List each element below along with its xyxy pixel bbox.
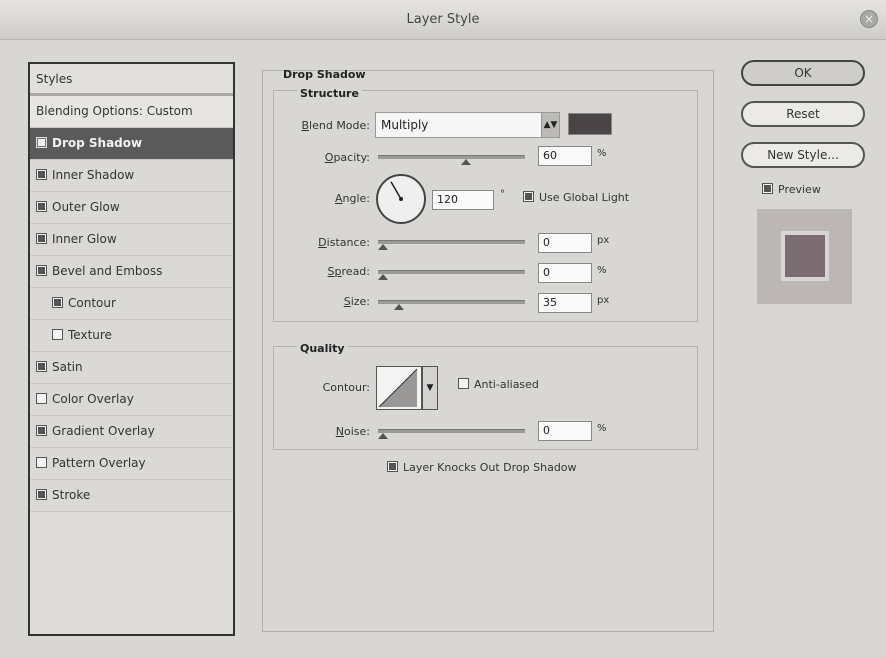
drop-shadow-title: Drop Shadow xyxy=(283,68,366,81)
checkbox-icon xyxy=(458,378,469,389)
style-list-item-label: Pattern Overlay xyxy=(52,456,146,470)
noise-slider[interactable] xyxy=(378,429,525,439)
style-list-item[interactable]: Pattern Overlay xyxy=(30,448,233,480)
style-list-item-label: Satin xyxy=(52,360,83,374)
angle-dial[interactable] xyxy=(376,174,426,224)
checkbox-icon[interactable] xyxy=(52,329,63,340)
style-list-item[interactable]: Inner Shadow xyxy=(30,160,233,192)
reset-button[interactable]: Reset xyxy=(741,101,865,127)
style-list-item-label: Outer Glow xyxy=(52,200,120,214)
blend-mode-value: Multiply xyxy=(381,118,429,132)
noise-unit: % xyxy=(597,423,607,434)
style-list-item-label: Bevel and Emboss xyxy=(52,264,163,278)
distance-slider-thumb[interactable] xyxy=(378,244,388,250)
blend-mode-label: Blend Mode: xyxy=(301,119,371,132)
checkbox-icon xyxy=(387,461,398,472)
style-list-item-label: Contour xyxy=(68,296,116,310)
style-list-item[interactable]: Bevel and Emboss xyxy=(30,256,233,288)
dropdown-arrow-icon: ▲▼ xyxy=(541,113,559,137)
structure-title: Structure xyxy=(297,87,362,100)
size-unit: px xyxy=(597,295,610,306)
contour-dropdown-arrow-icon[interactable]: ▼ xyxy=(422,366,438,410)
preview-checkbox[interactable]: Preview xyxy=(762,183,821,196)
opacity-label: Opacity: xyxy=(324,151,370,164)
checkbox-icon[interactable] xyxy=(52,297,63,308)
style-list-item-label: Stroke xyxy=(52,488,91,502)
use-global-light-checkbox[interactable]: Use Global Light xyxy=(523,191,629,204)
style-list-item-label: Inner Shadow xyxy=(52,168,135,182)
checkbox-icon xyxy=(762,183,773,194)
distance-slider[interactable] xyxy=(378,240,525,250)
spread-label: Spread: xyxy=(327,265,370,278)
contour-curve-icon xyxy=(378,368,418,408)
shadow-color-swatch[interactable] xyxy=(568,113,612,135)
checkbox-icon[interactable] xyxy=(36,393,47,404)
style-list-item[interactable]: Satin xyxy=(30,352,233,384)
checkbox-icon[interactable] xyxy=(36,169,47,180)
style-list-item[interactable]: Drop Shadow xyxy=(30,128,233,160)
style-list-item-label: Inner Glow xyxy=(52,232,117,246)
size-label: Size: xyxy=(343,295,370,308)
style-list-item[interactable]: Blending Options: Custom xyxy=(30,96,233,128)
angle-unit: ° xyxy=(500,189,505,200)
opacity-slider[interactable] xyxy=(378,155,525,165)
spread-unit: % xyxy=(597,265,607,276)
spread-slider[interactable] xyxy=(378,270,525,280)
style-list-item-label: Styles xyxy=(36,72,73,86)
opacity-unit: % xyxy=(597,148,607,159)
layer-knocks-out-checkbox[interactable]: Layer Knocks Out Drop Shadow xyxy=(387,461,577,474)
styles-list: Styles Blending Options: Custom Drop Shado… xyxy=(28,62,235,636)
checkbox-icon[interactable] xyxy=(36,489,47,500)
window-title: Layer Style xyxy=(406,12,480,27)
size-slider-thumb[interactable] xyxy=(394,304,404,310)
style-list-item-label: Texture xyxy=(68,328,112,342)
style-list-item[interactable]: Texture xyxy=(30,320,233,352)
anti-aliased-checkbox[interactable]: Anti-aliased xyxy=(458,378,539,391)
checkbox-icon[interactable] xyxy=(36,265,47,276)
opacity-slider-thumb[interactable] xyxy=(461,159,471,165)
style-list-item[interactable]: Gradient Overlay xyxy=(30,416,233,448)
new-style-button[interactable]: New Style... xyxy=(741,142,865,168)
noise-input[interactable]: 0 xyxy=(538,421,592,441)
style-list-item-label: Drop Shadow xyxy=(52,136,143,150)
angle-needle-icon xyxy=(390,181,403,201)
quality-title: Quality xyxy=(297,342,348,355)
noise-slider-thumb[interactable] xyxy=(378,433,388,439)
ok-button[interactable]: OK xyxy=(741,60,865,86)
style-list-item[interactable]: Contour xyxy=(30,288,233,320)
style-preview-thumbnail xyxy=(757,209,852,304)
spread-slider-thumb[interactable] xyxy=(378,274,388,280)
checkbox-icon[interactable] xyxy=(36,233,47,244)
checkbox-icon[interactable] xyxy=(36,137,47,148)
distance-label: Distance: xyxy=(318,236,370,249)
contour-label: Contour: xyxy=(322,381,370,394)
size-slider[interactable] xyxy=(378,300,525,310)
angle-input[interactable]: 120 xyxy=(432,190,494,210)
blend-mode-select[interactable]: Multiply ▲▼ xyxy=(375,112,560,138)
distance-unit: px xyxy=(597,235,610,246)
style-list-item[interactable]: Inner Glow xyxy=(30,224,233,256)
style-list-item-label: Blending Options: Custom xyxy=(36,104,193,118)
style-list-item[interactable]: Styles xyxy=(30,64,233,96)
checkbox-icon[interactable] xyxy=(36,361,47,372)
checkbox-icon[interactable] xyxy=(36,201,47,212)
style-list-item[interactable]: Stroke xyxy=(30,480,233,512)
style-list-item-label: Gradient Overlay xyxy=(52,424,155,438)
angle-label: Angle: xyxy=(334,192,370,205)
opacity-input[interactable]: 60 xyxy=(538,146,592,166)
distance-input[interactable]: 0 xyxy=(538,233,592,253)
style-list-item-label: Color Overlay xyxy=(52,392,134,406)
checkbox-icon[interactable] xyxy=(36,457,47,468)
checkbox-icon xyxy=(523,191,534,202)
close-icon[interactable]: × xyxy=(860,10,878,28)
size-input[interactable]: 35 xyxy=(538,293,592,313)
title-bar: Layer Style × xyxy=(0,0,886,40)
checkbox-icon[interactable] xyxy=(36,425,47,436)
contour-preview[interactable] xyxy=(376,366,422,410)
spread-input[interactable]: 0 xyxy=(538,263,592,283)
style-list-item[interactable]: Color Overlay xyxy=(30,384,233,416)
noise-label: Noise: xyxy=(335,425,370,438)
preview-swatch xyxy=(781,231,829,281)
style-list-item[interactable]: Outer Glow xyxy=(30,192,233,224)
